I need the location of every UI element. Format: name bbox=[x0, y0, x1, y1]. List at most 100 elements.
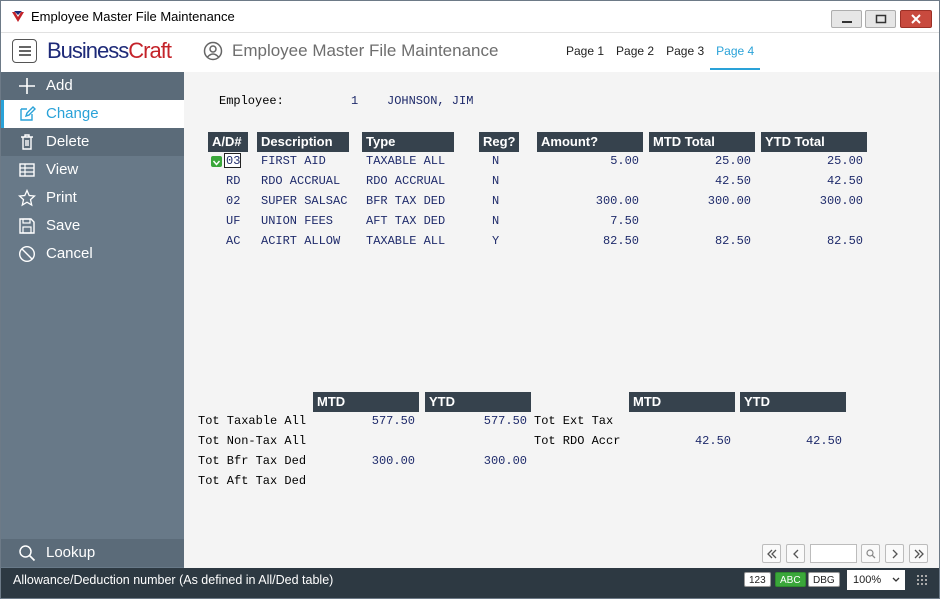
total-label: Tot Ext Tax bbox=[534, 414, 614, 428]
total-ytd: 577.50 bbox=[483, 414, 527, 428]
row-reg: N bbox=[492, 214, 500, 228]
next-page-button[interactable] bbox=[885, 544, 904, 563]
edit-icon bbox=[20, 106, 36, 121]
chevron-left-icon bbox=[793, 549, 799, 559]
search-icon bbox=[19, 545, 36, 562]
sidebar-item-delete[interactable]: Delete bbox=[1, 128, 184, 156]
row-type: AFT TAX DED bbox=[366, 214, 446, 228]
tab-page-4[interactable]: Page 4 bbox=[710, 33, 761, 70]
header-type: Type bbox=[362, 132, 454, 152]
debug-badge[interactable]: DBG bbox=[808, 572, 840, 587]
employee-label: Employee: bbox=[219, 94, 284, 108]
zoom-select[interactable]: 100% bbox=[847, 570, 905, 590]
search-button[interactable] bbox=[861, 544, 880, 563]
prev-page-button[interactable] bbox=[786, 544, 805, 563]
numeric-mode-badge[interactable]: 123 bbox=[744, 572, 771, 587]
row-ytd: 25.00 bbox=[826, 154, 863, 168]
tab-page-1[interactable]: Page 1 bbox=[560, 33, 610, 70]
header-description: Description bbox=[257, 132, 349, 152]
window-title: Employee Master File Maintenance bbox=[31, 9, 235, 24]
cancel-icon bbox=[18, 245, 36, 263]
row-ad: 02 bbox=[226, 194, 241, 208]
row-description: ACIRT ALLOW bbox=[261, 234, 341, 248]
sidebar-item-label: Add bbox=[46, 77, 73, 94]
row-amount: 300.00 bbox=[595, 194, 639, 208]
star-icon bbox=[18, 189, 36, 207]
row-mtd: 25.00 bbox=[714, 154, 751, 168]
status-bar: Allowance/Deduction number (As defined i… bbox=[1, 568, 939, 598]
row-ad: UF bbox=[226, 214, 241, 228]
sidebar-item-label: View bbox=[46, 161, 79, 178]
resize-grip-icon[interactable] bbox=[917, 575, 927, 585]
table-icon bbox=[19, 163, 35, 177]
sidebar-item-add[interactable]: Add bbox=[1, 72, 184, 100]
employee-number: 1 bbox=[351, 94, 359, 108]
row-type: RDO ACCRUAL bbox=[366, 174, 446, 188]
row-description: SUPER SALSAC bbox=[261, 194, 348, 208]
total-label: Tot Bfr Tax Ded bbox=[198, 454, 307, 468]
sidebar-item-change[interactable]: Change bbox=[1, 100, 184, 128]
plus-icon bbox=[19, 78, 35, 94]
page-tabs: Page 1 Page 2 Page 3 Page 4 bbox=[560, 33, 761, 72]
page-search-input[interactable] bbox=[810, 544, 857, 563]
sidebar-item-save[interactable]: Save bbox=[1, 212, 184, 240]
totals-left-ytd-header: YTD bbox=[425, 392, 531, 412]
businesscraft-logo: BusinessCraft bbox=[47, 38, 172, 64]
sidebar-item-lookup[interactable]: Lookup bbox=[1, 539, 184, 567]
text-mode-badge[interactable]: ABC bbox=[775, 572, 806, 587]
menu-button[interactable] bbox=[12, 39, 37, 63]
tab-page-2[interactable]: Page 2 bbox=[610, 33, 660, 70]
row-description: RDO ACCRUAL bbox=[261, 174, 341, 188]
sidebar-item-print[interactable]: Print bbox=[1, 184, 184, 212]
sidebar-item-view[interactable]: View bbox=[1, 156, 184, 184]
row-ytd: 82.50 bbox=[826, 234, 863, 248]
app-icon bbox=[12, 11, 24, 22]
hamburger-icon bbox=[19, 46, 31, 56]
sidebar-item-label: Delete bbox=[46, 133, 90, 150]
row-amount: 7.50 bbox=[610, 214, 639, 228]
row-mtd: 42.50 bbox=[714, 174, 751, 188]
chevron-down-icon bbox=[892, 577, 900, 582]
tab-page-3[interactable]: Page 3 bbox=[660, 33, 710, 70]
first-page-button[interactable] bbox=[762, 544, 781, 563]
minimize-icon bbox=[842, 21, 852, 23]
app-window: Employee Master File Maintenance Busines… bbox=[0, 0, 940, 599]
minimize-button[interactable] bbox=[831, 10, 862, 28]
row-reg: N bbox=[492, 174, 500, 188]
total-mtd: 577.50 bbox=[371, 414, 415, 428]
total-label: Tot RDO Accr bbox=[534, 434, 621, 448]
logo-part-2: Craft bbox=[128, 38, 172, 63]
title-bar: Employee Master File Maintenance bbox=[1, 1, 939, 33]
trash-icon bbox=[21, 134, 33, 150]
sidebar-item-cancel[interactable]: Cancel bbox=[1, 240, 184, 268]
totals-right-ytd-header: YTD bbox=[740, 392, 846, 412]
header-amount: Amount? bbox=[537, 132, 643, 152]
zoom-value: 100% bbox=[853, 574, 882, 586]
user-icon bbox=[203, 41, 223, 61]
maximize-button[interactable] bbox=[865, 10, 896, 28]
row-ytd: 42.50 bbox=[826, 174, 863, 188]
total-mtd: 300.00 bbox=[371, 454, 415, 468]
sidebar-item-label: Cancel bbox=[46, 245, 93, 262]
row-type: BFR TAX DED bbox=[366, 194, 446, 208]
last-page-button[interactable] bbox=[909, 544, 928, 563]
chevron-right-icon bbox=[892, 549, 898, 559]
row-reg: N bbox=[492, 154, 500, 168]
double-chevron-right-icon bbox=[914, 549, 924, 559]
maximize-icon bbox=[875, 14, 887, 24]
total-ytd: 300.00 bbox=[483, 454, 527, 468]
totals-right-mtd-header: MTD bbox=[629, 392, 735, 412]
total-label: Tot Non-Tax All bbox=[198, 434, 307, 448]
row-mtd: 82.50 bbox=[714, 234, 751, 248]
close-button[interactable] bbox=[900, 10, 932, 28]
totals-left-mtd-header: MTD bbox=[313, 392, 419, 412]
dropdown-icon[interactable] bbox=[211, 156, 222, 167]
header-reg: Reg? bbox=[479, 132, 519, 152]
row-amount: 5.00 bbox=[610, 154, 639, 168]
ad-number-input[interactable]: 03 bbox=[224, 153, 241, 168]
logo-part-1: Business bbox=[47, 38, 129, 63]
row-description: UNION FEES bbox=[261, 214, 334, 228]
save-icon bbox=[19, 218, 35, 234]
sidebar-item-label: Save bbox=[46, 217, 81, 234]
close-icon bbox=[911, 14, 921, 24]
